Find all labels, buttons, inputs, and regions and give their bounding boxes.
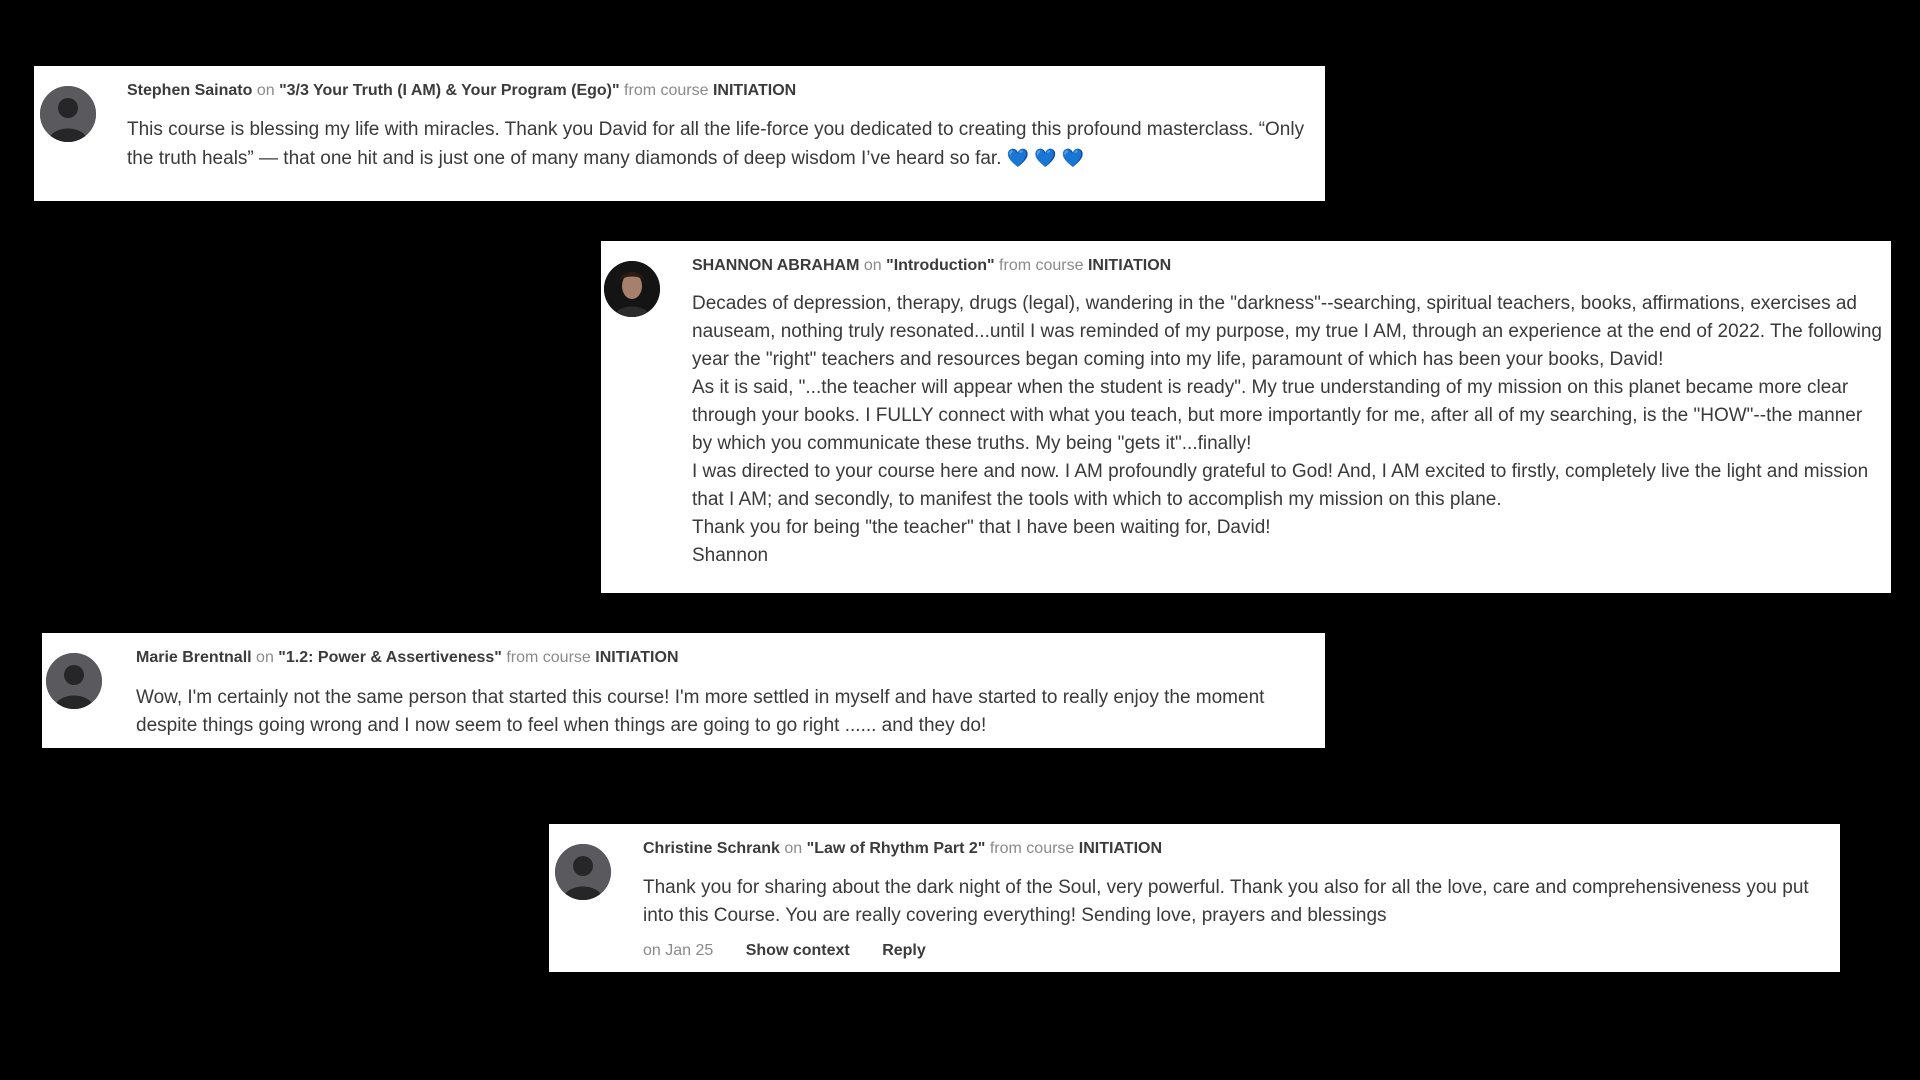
author-name[interactable]: Christine Schrank — [643, 840, 780, 857]
lesson-link[interactable]: "Law of Rhythm Part 2" — [807, 840, 986, 857]
course-link[interactable]: INITIATION — [713, 82, 796, 99]
comment-card: SHANNON ABRAHAM on "Introduction" from c… — [601, 241, 1891, 593]
author-name[interactable]: SHANNON ABRAHAM — [692, 257, 859, 274]
profile-photo-icon[interactable] — [604, 261, 660, 317]
comment-meta: Marie Brentnall on "1.2: Power & Asserti… — [136, 649, 679, 667]
on-label: on — [784, 840, 803, 857]
lesson-link[interactable]: "Introduction" — [886, 257, 994, 274]
comment-paragraph: Thank you for being "the teacher" that I… — [692, 517, 1271, 538]
author-name[interactable]: Marie Brentnall — [136, 649, 252, 666]
reply-button[interactable]: Reply — [882, 942, 926, 960]
from-label: from course — [999, 257, 1084, 274]
comment-body: Thank you for sharing about the dark nig… — [643, 874, 1833, 930]
default-avatar-icon[interactable] — [40, 86, 96, 142]
comment-text: Wow, I'm certainly not the same person t… — [136, 687, 1265, 736]
comment-paragraph: Decades of depression, therapy, drugs (l… — [692, 293, 1882, 370]
default-avatar-icon[interactable] — [46, 653, 102, 709]
comment-card: Stephen Sainato on "3/3 Your Truth (I AM… — [34, 66, 1325, 201]
comment-text: Thank you for sharing about the dark nig… — [643, 877, 1809, 926]
comment-meta: Christine Schrank on "Law of Rhythm Part… — [643, 840, 1162, 858]
comment-signature: Shannon — [692, 545, 769, 566]
comment-text: This course is blessing my life with mir… — [127, 119, 1305, 169]
course-link[interactable]: INITIATION — [1088, 257, 1171, 274]
comment-card: Marie Brentnall on "1.2: Power & Asserti… — [42, 633, 1325, 748]
comment-paragraph: As it is said, "...the teacher will appe… — [692, 377, 1863, 454]
comment-meta: Stephen Sainato on "3/3 Your Truth (I AM… — [127, 82, 796, 100]
author-name[interactable]: Stephen Sainato — [127, 82, 252, 99]
on-label: on — [863, 257, 882, 274]
on-label: on — [256, 82, 275, 99]
default-avatar-icon[interactable] — [555, 844, 611, 900]
comment-body: Wow, I'm certainly not the same person t… — [136, 684, 1316, 740]
course-link[interactable]: INITIATION — [595, 649, 678, 666]
comment-paragraph: I was directed to your course here and n… — [692, 461, 1869, 510]
comment-date: on Jan 25 — [643, 942, 714, 959]
comment-card: Christine Schrank on "Law of Rhythm Part… — [549, 824, 1840, 972]
lesson-link[interactable]: "3/3 Your Truth (I AM) & Your Program (E… — [279, 82, 620, 99]
on-label: on — [256, 649, 274, 666]
comment-body: This course is blessing my life with mir… — [127, 116, 1307, 173]
comment-meta: SHANNON ABRAHAM on "Introduction" from c… — [692, 257, 1171, 275]
lesson-link[interactable]: "1.2: Power & Assertiveness" — [278, 649, 502, 666]
show-context-button[interactable]: Show context — [746, 942, 850, 960]
comment-actions: on Jan 25 Show context Reply — [643, 942, 954, 960]
from-label: from course — [624, 82, 709, 99]
course-link[interactable]: INITIATION — [1079, 840, 1162, 857]
comment-body: Decades of depression, therapy, drugs (l… — [692, 290, 1884, 570]
from-label: from course — [506, 649, 591, 666]
heart-emoji: 💙 💙 💙 — [1006, 148, 1085, 168]
from-label: from course — [989, 840, 1075, 857]
